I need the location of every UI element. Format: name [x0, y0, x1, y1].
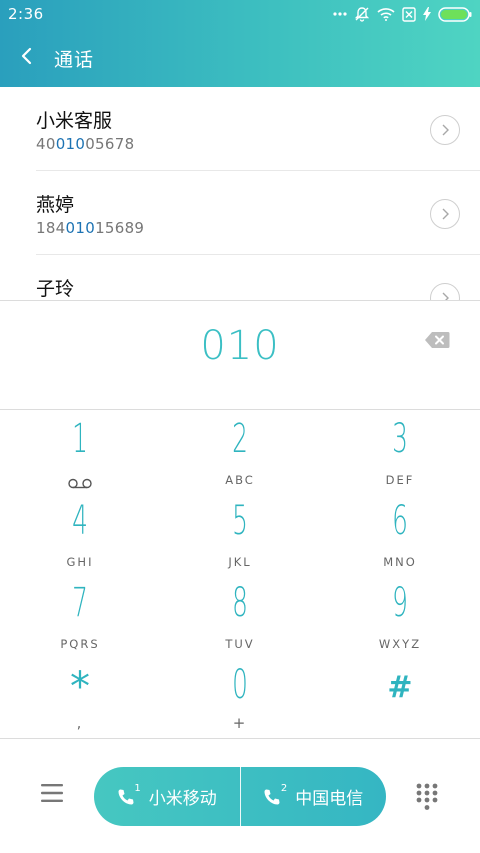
key-letters: DEF	[385, 473, 415, 487]
dialpad-toggle-button[interactable]	[416, 783, 438, 811]
status-time: 2:36	[8, 5, 44, 23]
number-match: 010	[65, 219, 96, 237]
contact-name: 燕婷	[36, 194, 75, 216]
key-digit: 1	[72, 416, 88, 462]
chevron-right-icon	[441, 121, 449, 140]
number-prefix: 40	[36, 135, 56, 153]
key-digit: 2	[232, 416, 248, 462]
chevron-left-icon	[20, 47, 32, 69]
key-letters: MNO	[383, 555, 417, 569]
contact-number: 4001005678	[36, 135, 134, 153]
number-prefix: 184	[36, 219, 66, 237]
call-sim2-button[interactable]: 2 中国电信	[241, 767, 387, 826]
phone-sim1-icon: 1	[117, 782, 141, 808]
page-title: 通话	[54, 48, 95, 71]
key-digit: 9	[392, 580, 408, 626]
key-7[interactable]: 7 PQRS	[0, 574, 160, 656]
key-star[interactable]: * ,	[0, 656, 160, 738]
contact-row[interactable]: 子玲	[36, 255, 480, 300]
contact-row[interactable]: 小米客服 4001005678	[36, 87, 480, 171]
key-digit: #	[387, 670, 413, 705]
key-2[interactable]: 2 ABC	[160, 410, 320, 492]
key-digit: *	[70, 664, 90, 710]
delete-button[interactable]	[424, 331, 450, 349]
app-header: 2:36 通话	[0, 0, 480, 87]
contact-detail-button[interactable]	[430, 199, 460, 229]
contact-name: 子玲	[36, 278, 75, 300]
key-8[interactable]: 8 TUV	[160, 574, 320, 656]
key-3[interactable]: 3 DEF	[320, 410, 480, 492]
key-letters: ,	[76, 716, 84, 732]
dialpad: 1 2 ABC 3 DEF 4 GHI 5 JKL 6 MNO 7 PQRS 8…	[0, 410, 480, 738]
contact-number: 18401015689	[36, 219, 144, 237]
chevron-right-icon	[441, 289, 449, 300]
dialed-number: 010	[200, 323, 280, 369]
key-digit: 8	[232, 580, 248, 626]
key-1[interactable]: 1	[0, 410, 160, 492]
no-sim-icon	[402, 6, 416, 22]
wifi-icon	[377, 7, 395, 21]
key-0[interactable]: 0 +	[160, 656, 320, 738]
charging-icon	[423, 7, 431, 21]
sim2-index: 2	[280, 782, 288, 794]
call-sim1-button[interactable]: 1 小米移动	[94, 767, 240, 826]
phone-sim2-icon: 2	[263, 782, 288, 808]
contact-detail-button[interactable]	[430, 283, 460, 300]
key-digit: 7	[72, 580, 88, 626]
dialpad-grid-icon	[416, 783, 438, 815]
key-digit: 5	[232, 498, 248, 544]
status-bar: 2:36	[0, 0, 480, 28]
back-button[interactable]	[0, 36, 52, 80]
key-hash[interactable]: #	[320, 656, 480, 738]
key-letters: JKL	[228, 555, 252, 569]
contact-row[interactable]: 燕婷 18401015689	[36, 171, 480, 255]
key-letters: GHI	[66, 555, 94, 569]
key-5[interactable]: 5 JKL	[160, 492, 320, 574]
mute-bell-icon	[354, 6, 370, 22]
dialed-number-area: 010	[0, 300, 480, 410]
key-4[interactable]: 4 GHI	[0, 492, 160, 574]
title-row: 通话	[0, 36, 480, 80]
key-9[interactable]: 9 WXYZ	[320, 574, 480, 656]
key-digit: 4	[72, 498, 88, 544]
bottom-action-bar: 1 小米移动 2 中国电信	[0, 738, 480, 853]
number-suffix: 15689	[95, 219, 145, 237]
status-icons	[333, 6, 472, 22]
sim1-label: 小米移动	[148, 789, 217, 809]
number-suffix: 05678	[85, 135, 135, 153]
sim2-label: 中国电信	[295, 789, 364, 809]
number-match: 010	[55, 135, 86, 153]
menu-icon	[40, 784, 64, 807]
key-letters: ABC	[225, 473, 255, 487]
sim1-index: 1	[134, 782, 141, 794]
key-letters: +	[232, 714, 248, 732]
menu-button[interactable]	[40, 783, 66, 805]
battery-icon	[438, 6, 472, 22]
key-digit: 6	[392, 498, 408, 544]
key-letters: TUV	[225, 637, 255, 651]
backspace-icon	[424, 332, 450, 353]
contact-match-list: 小米客服 4001005678 燕婷 18401015689 子玲	[0, 87, 480, 300]
key-digit: 3	[392, 416, 408, 462]
contact-detail-button[interactable]	[430, 115, 460, 145]
dual-sim-call-pill: 1 小米移动 2 中国电信	[94, 767, 386, 826]
contact-name: 小米客服	[36, 110, 113, 132]
voicemail-icon	[0, 474, 160, 493]
key-digit: 0	[232, 662, 248, 708]
key-6[interactable]: 6 MNO	[320, 492, 480, 574]
chevron-right-icon	[441, 205, 449, 224]
more-dots-icon	[333, 12, 347, 16]
key-letters: WXYZ	[378, 637, 422, 651]
key-letters: PQRS	[60, 637, 100, 651]
